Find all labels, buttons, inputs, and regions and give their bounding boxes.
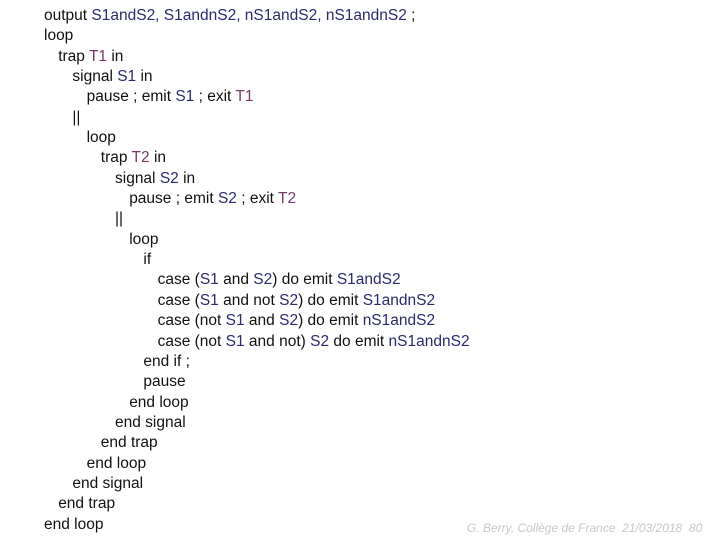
- signal-name: S2: [253, 271, 273, 289]
- signal-name: S1: [175, 88, 195, 106]
- keyword-text: case (: [157, 291, 200, 309]
- keyword-text: pause: [143, 373, 186, 391]
- keyword-text: case (not: [157, 332, 226, 350]
- code-line: case (S1 and not S2) do emit S1andnS2: [44, 291, 470, 311]
- keyword-text: ; exit: [236, 190, 278, 208]
- signal-name: S2: [279, 312, 299, 330]
- code-line: if: [44, 250, 470, 270]
- keyword-text: ||: [115, 210, 124, 228]
- signal-name: nS1andnS2: [388, 332, 470, 350]
- signal-name: S2: [279, 291, 299, 309]
- signal-name: S2: [310, 332, 330, 350]
- keyword-text: if: [143, 251, 152, 269]
- trap-name: T1: [88, 47, 108, 65]
- code-line: signal S1 in: [44, 67, 470, 87]
- trap-name: T2: [277, 190, 297, 208]
- code-line: ||: [44, 108, 470, 128]
- code-line: case (not S1 and not) S2 do emit nS1andn…: [44, 332, 470, 352]
- signal-name: S1: [225, 332, 245, 350]
- code-line: trap T2 in: [44, 148, 470, 168]
- signal-name: S2: [217, 190, 237, 208]
- code-line: end loop: [44, 454, 470, 474]
- keyword-text: loop: [44, 27, 74, 45]
- signal-name: S1andS2: [336, 271, 401, 289]
- slide-footer: G. Berry, Collège de France 21/03/2018 8…: [467, 521, 703, 535]
- code-line: loop: [44, 230, 470, 250]
- keyword-text: trap: [100, 149, 132, 167]
- keyword-text: in: [136, 68, 153, 86]
- keyword-text: case (: [157, 271, 200, 289]
- code-line: end signal: [44, 474, 470, 494]
- code-line: end trap: [44, 433, 470, 453]
- code-line: end loop: [44, 393, 470, 413]
- signal-name: S1: [117, 68, 137, 86]
- keyword-text: in: [149, 149, 167, 167]
- keyword-text: end loop: [86, 454, 147, 472]
- signal-name: S1andnS2: [362, 291, 436, 309]
- signal-name: S1: [199, 271, 219, 289]
- signal-name: S1: [199, 291, 219, 309]
- keyword-text: and: [244, 312, 280, 330]
- keyword-text: loop: [129, 230, 159, 248]
- keyword-text: end if ;: [143, 352, 190, 370]
- keyword-text: pause ; emit: [86, 88, 176, 106]
- signal-name: S1: [225, 312, 245, 330]
- keyword-text: in: [178, 169, 196, 187]
- signal-name: nS1andS2: [362, 312, 436, 330]
- keyword-text: end trap: [100, 434, 158, 452]
- keyword-text: signal: [72, 68, 118, 86]
- code-line: loop: [44, 26, 470, 46]
- keyword-text: ; exit: [194, 88, 236, 106]
- esterel-code-listing: output S1andS2, S1andnS2, nS1andS2, nS1a…: [44, 6, 470, 535]
- code-line: pause: [44, 372, 470, 392]
- keyword-text: loop: [86, 129, 116, 147]
- keyword-text: case (not: [157, 312, 226, 330]
- signal-name: S1andS2, S1andnS2, nS1andS2, nS1andnS2: [91, 7, 407, 24]
- keyword-text: ) do emit: [272, 271, 337, 289]
- keyword-text: and not: [218, 291, 280, 309]
- code-line: end if ;: [44, 352, 470, 372]
- code-line: case (S1 and S2) do emit S1andS2: [44, 270, 470, 290]
- code-line: end signal: [44, 413, 470, 433]
- code-line: end trap: [44, 494, 470, 514]
- keyword-text: ) do emit: [298, 291, 363, 309]
- code-line: ||: [44, 209, 470, 229]
- keyword-text: pause ; emit: [129, 190, 218, 208]
- keyword-text: and: [218, 271, 254, 289]
- trap-name: T1: [235, 88, 254, 106]
- keyword-text: ||: [72, 108, 81, 126]
- code-line: output S1andS2, S1andnS2, nS1andS2, nS1a…: [44, 6, 470, 26]
- keyword-text: end signal: [115, 413, 186, 431]
- keyword-text: end signal: [72, 474, 144, 492]
- signal-name: S2: [159, 169, 179, 187]
- code-line: end loop: [44, 515, 470, 535]
- keyword-text: ) do emit: [298, 312, 363, 330]
- keyword-text: and not): [244, 332, 311, 350]
- keyword-text: end loop: [129, 393, 189, 411]
- code-line: signal S2 in: [44, 169, 470, 189]
- code-line: pause ; emit S1 ; exit T1: [44, 87, 470, 107]
- keyword-text: end trap: [58, 495, 116, 513]
- keyword-text: ;: [406, 7, 416, 24]
- code-line: pause ; emit S2 ; exit T2: [44, 189, 470, 209]
- trap-name: T2: [131, 149, 150, 167]
- keyword-text: output: [44, 7, 92, 24]
- keyword-text: do emit: [329, 332, 389, 350]
- keyword-text: signal: [115, 169, 160, 187]
- keyword-text: in: [107, 47, 124, 65]
- keyword-text: trap: [58, 47, 89, 65]
- code-line: trap T1 in: [44, 47, 470, 67]
- code-line: loop: [44, 128, 470, 148]
- keyword-text: end loop: [44, 515, 104, 533]
- code-line: case (not S1 and S2) do emit nS1andS2: [44, 311, 470, 331]
